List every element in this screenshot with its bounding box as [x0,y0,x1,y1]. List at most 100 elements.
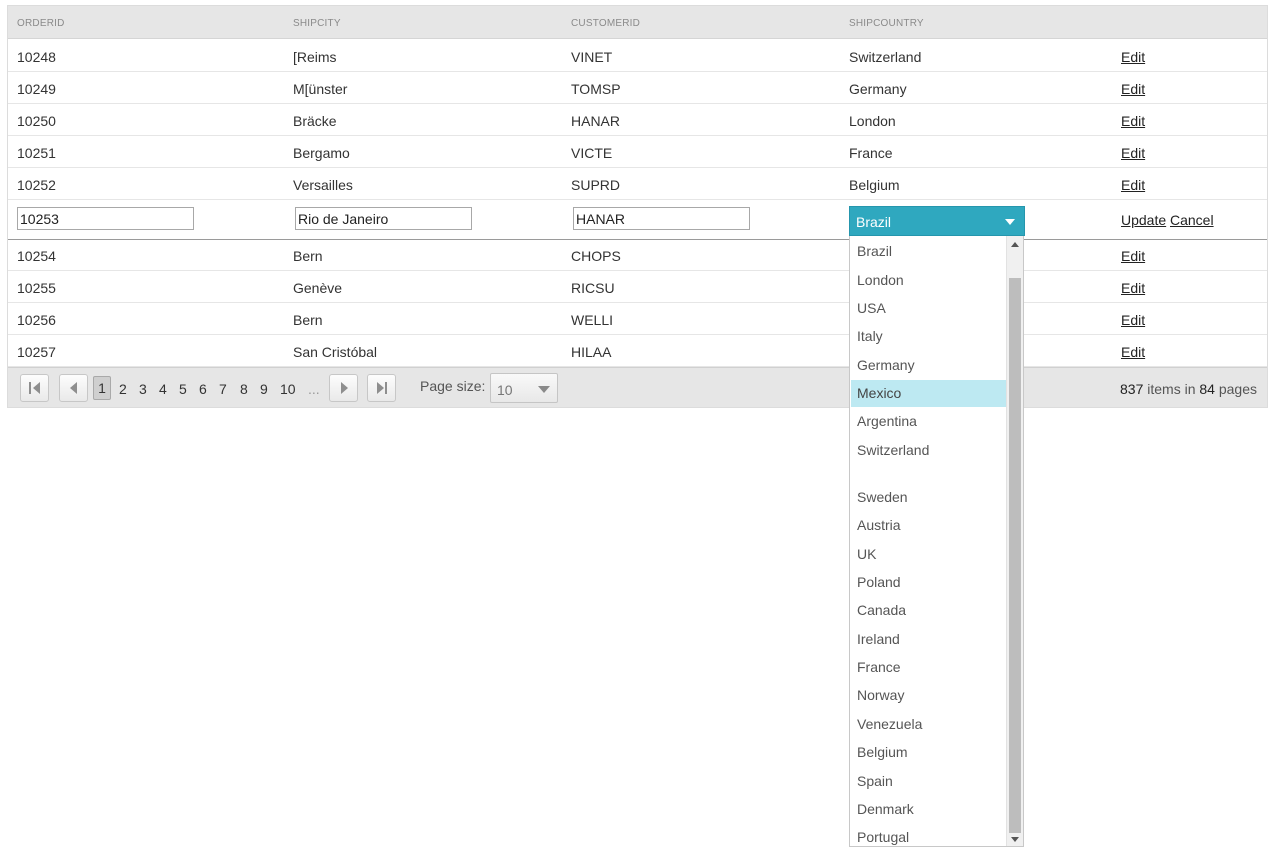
edit-link[interactable]: Edit [1121,81,1145,97]
dropdown-option[interactable]: Austria [851,512,1006,539]
cell-customerid: HILAA [571,344,612,360]
page-link[interactable]: 2 [119,381,127,397]
edit-link[interactable]: Edit [1121,49,1145,65]
edit-link[interactable]: Edit [1121,177,1145,193]
dropdown-option[interactable]: Spain [851,768,1006,795]
grid-header: ORDERID SHIPCITY CUSTOMERID SHIPCOUNTRY [8,6,1267,39]
dropdown-scrollbar[interactable] [1006,236,1023,846]
scroll-down-icon[interactable] [1011,837,1019,842]
scroll-up-icon[interactable] [1011,242,1019,247]
cell-shipcity: Versailles [293,177,353,193]
dropdown-option[interactable]: Ireland [851,626,1006,653]
table-row: 10255 Genève RICSU Edit [8,271,1267,303]
edit-link[interactable]: Edit [1121,280,1145,296]
cell-shipcity: Bräcke [293,113,337,129]
page-link[interactable]: 7 [219,381,227,397]
cell-shipcity: M[ünster [293,81,348,97]
page-size-label: Page size: [420,378,486,394]
cell-customerid: RICSU [571,280,615,296]
items-in-label: items in [1147,381,1196,397]
page-link[interactable]: 10 [280,381,296,397]
dropdown-option[interactable]: Portugal [851,824,1006,846]
cell-shipcountry: Switzerland [849,49,922,65]
edit-link[interactable]: Edit [1121,145,1145,161]
cell-shipcity: San Cristóbal [293,344,378,360]
edit-link[interactable]: Edit [1121,344,1145,360]
page-link[interactable]: 8 [240,381,248,397]
pager-info: 837 items in 84 pages [1120,381,1257,397]
dropdown-option[interactable]: Italy [851,323,1006,350]
table-row: 10257 San Cristóbal HILAA Edit [8,335,1267,367]
dropdown-option[interactable]: USA [851,295,1006,322]
dropdown-option[interactable]: Brazil [851,238,1006,265]
cell-orderid: 10256 [17,312,56,328]
page-ellipsis[interactable]: ... [308,381,320,397]
cell-customerid: CHOPS [571,248,621,264]
page-link[interactable]: 9 [260,381,268,397]
pages-label: pages [1218,381,1257,397]
cell-customerid: TOMSP [571,81,621,97]
dropdown-option[interactable]: Norway [851,682,1006,709]
table-row: 10254 Bern CHOPS Edit [8,239,1267,271]
cell-orderid: 10248 [17,49,56,65]
last-page-icon [377,382,384,394]
page-link[interactable]: 4 [159,381,167,397]
column-header-shipcity[interactable]: SHIPCITY [293,18,341,29]
prev-page-button[interactable] [59,374,88,402]
chevron-down-icon [538,386,550,393]
dropdown-option[interactable]: Belgium [851,739,1006,766]
dropdown-option[interactable]: Poland [851,569,1006,596]
cell-customerid: SUPRD [571,177,621,193]
dropdown-option-highlighted[interactable]: Mexico [851,380,1006,407]
cell-customerid: VINET [571,49,613,65]
dropdown-option[interactable]: Denmark [851,796,1006,823]
cell-customerid: HANAR [571,113,621,129]
dropdown-option[interactable]: Sweden [851,484,1006,511]
shipcountry-dropdown[interactable]: Brazil [849,206,1025,236]
page-size-dropdown[interactable]: 10 [490,373,558,403]
next-page-button[interactable] [329,374,358,402]
cell-shipcountry: London [849,113,896,129]
shipcity-input[interactable] [295,207,472,230]
edit-link[interactable]: Edit [1121,312,1145,328]
dropdown-option[interactable]: Germany [851,352,1006,379]
dropdown-option-empty[interactable] [851,460,1006,487]
page-link[interactable]: 6 [199,381,207,397]
table-row: 10249 M[ünster TOMSP Germany Edit [8,72,1267,104]
cell-customerid: WELLI [571,312,614,328]
dropdown-option[interactable]: Venezuela [851,711,1006,738]
pager: 1 2 3 4 5 6 7 8 9 10 ... Page size: 10 8… [8,367,1267,407]
cell-orderid: 10255 [17,280,56,296]
cell-orderid: 10254 [17,248,56,264]
page-link[interactable]: 5 [179,381,187,397]
cell-shipcountry: Belgium [849,177,900,193]
dropdown-option[interactable]: Argentina [851,408,1006,435]
dropdown-option[interactable]: London [851,267,1006,294]
cell-shipcountry: France [849,145,893,161]
cell-orderid: 10257 [17,344,56,360]
orderid-input[interactable] [17,207,194,230]
cell-shipcity: [Reims [293,49,337,65]
dropdown-option[interactable]: France [851,654,1006,681]
page-link[interactable]: 3 [139,381,147,397]
first-page-button[interactable] [20,374,49,402]
dropdown-option[interactable]: UK [851,541,1006,568]
edit-link[interactable]: Edit [1121,113,1145,129]
table-row: 10250 Bräcke HANAR London Edit [8,104,1267,136]
table-row: 10256 Bern WELLI Edit [8,303,1267,335]
orders-grid: ORDERID SHIPCITY CUSTOMERID SHIPCOUNTRY … [7,5,1268,408]
scrollbar-thumb[interactable] [1009,278,1021,833]
customerid-input[interactable] [573,207,750,230]
cancel-link[interactable]: Cancel [1170,212,1214,228]
last-page-button[interactable] [367,374,396,402]
cell-orderid: 10249 [17,81,56,97]
column-header-orderid[interactable]: ORDERID [17,18,65,29]
dropdown-option[interactable]: Canada [851,597,1006,624]
cell-shipcity: Bern [293,248,323,264]
column-header-shipcountry[interactable]: SHIPCOUNTRY [849,18,924,29]
cell-shipcountry: Germany [849,81,907,97]
next-page-icon [341,382,348,394]
edit-link[interactable]: Edit [1121,248,1145,264]
column-header-customerid[interactable]: CUSTOMERID [571,18,640,29]
update-link[interactable]: Update [1121,212,1166,228]
